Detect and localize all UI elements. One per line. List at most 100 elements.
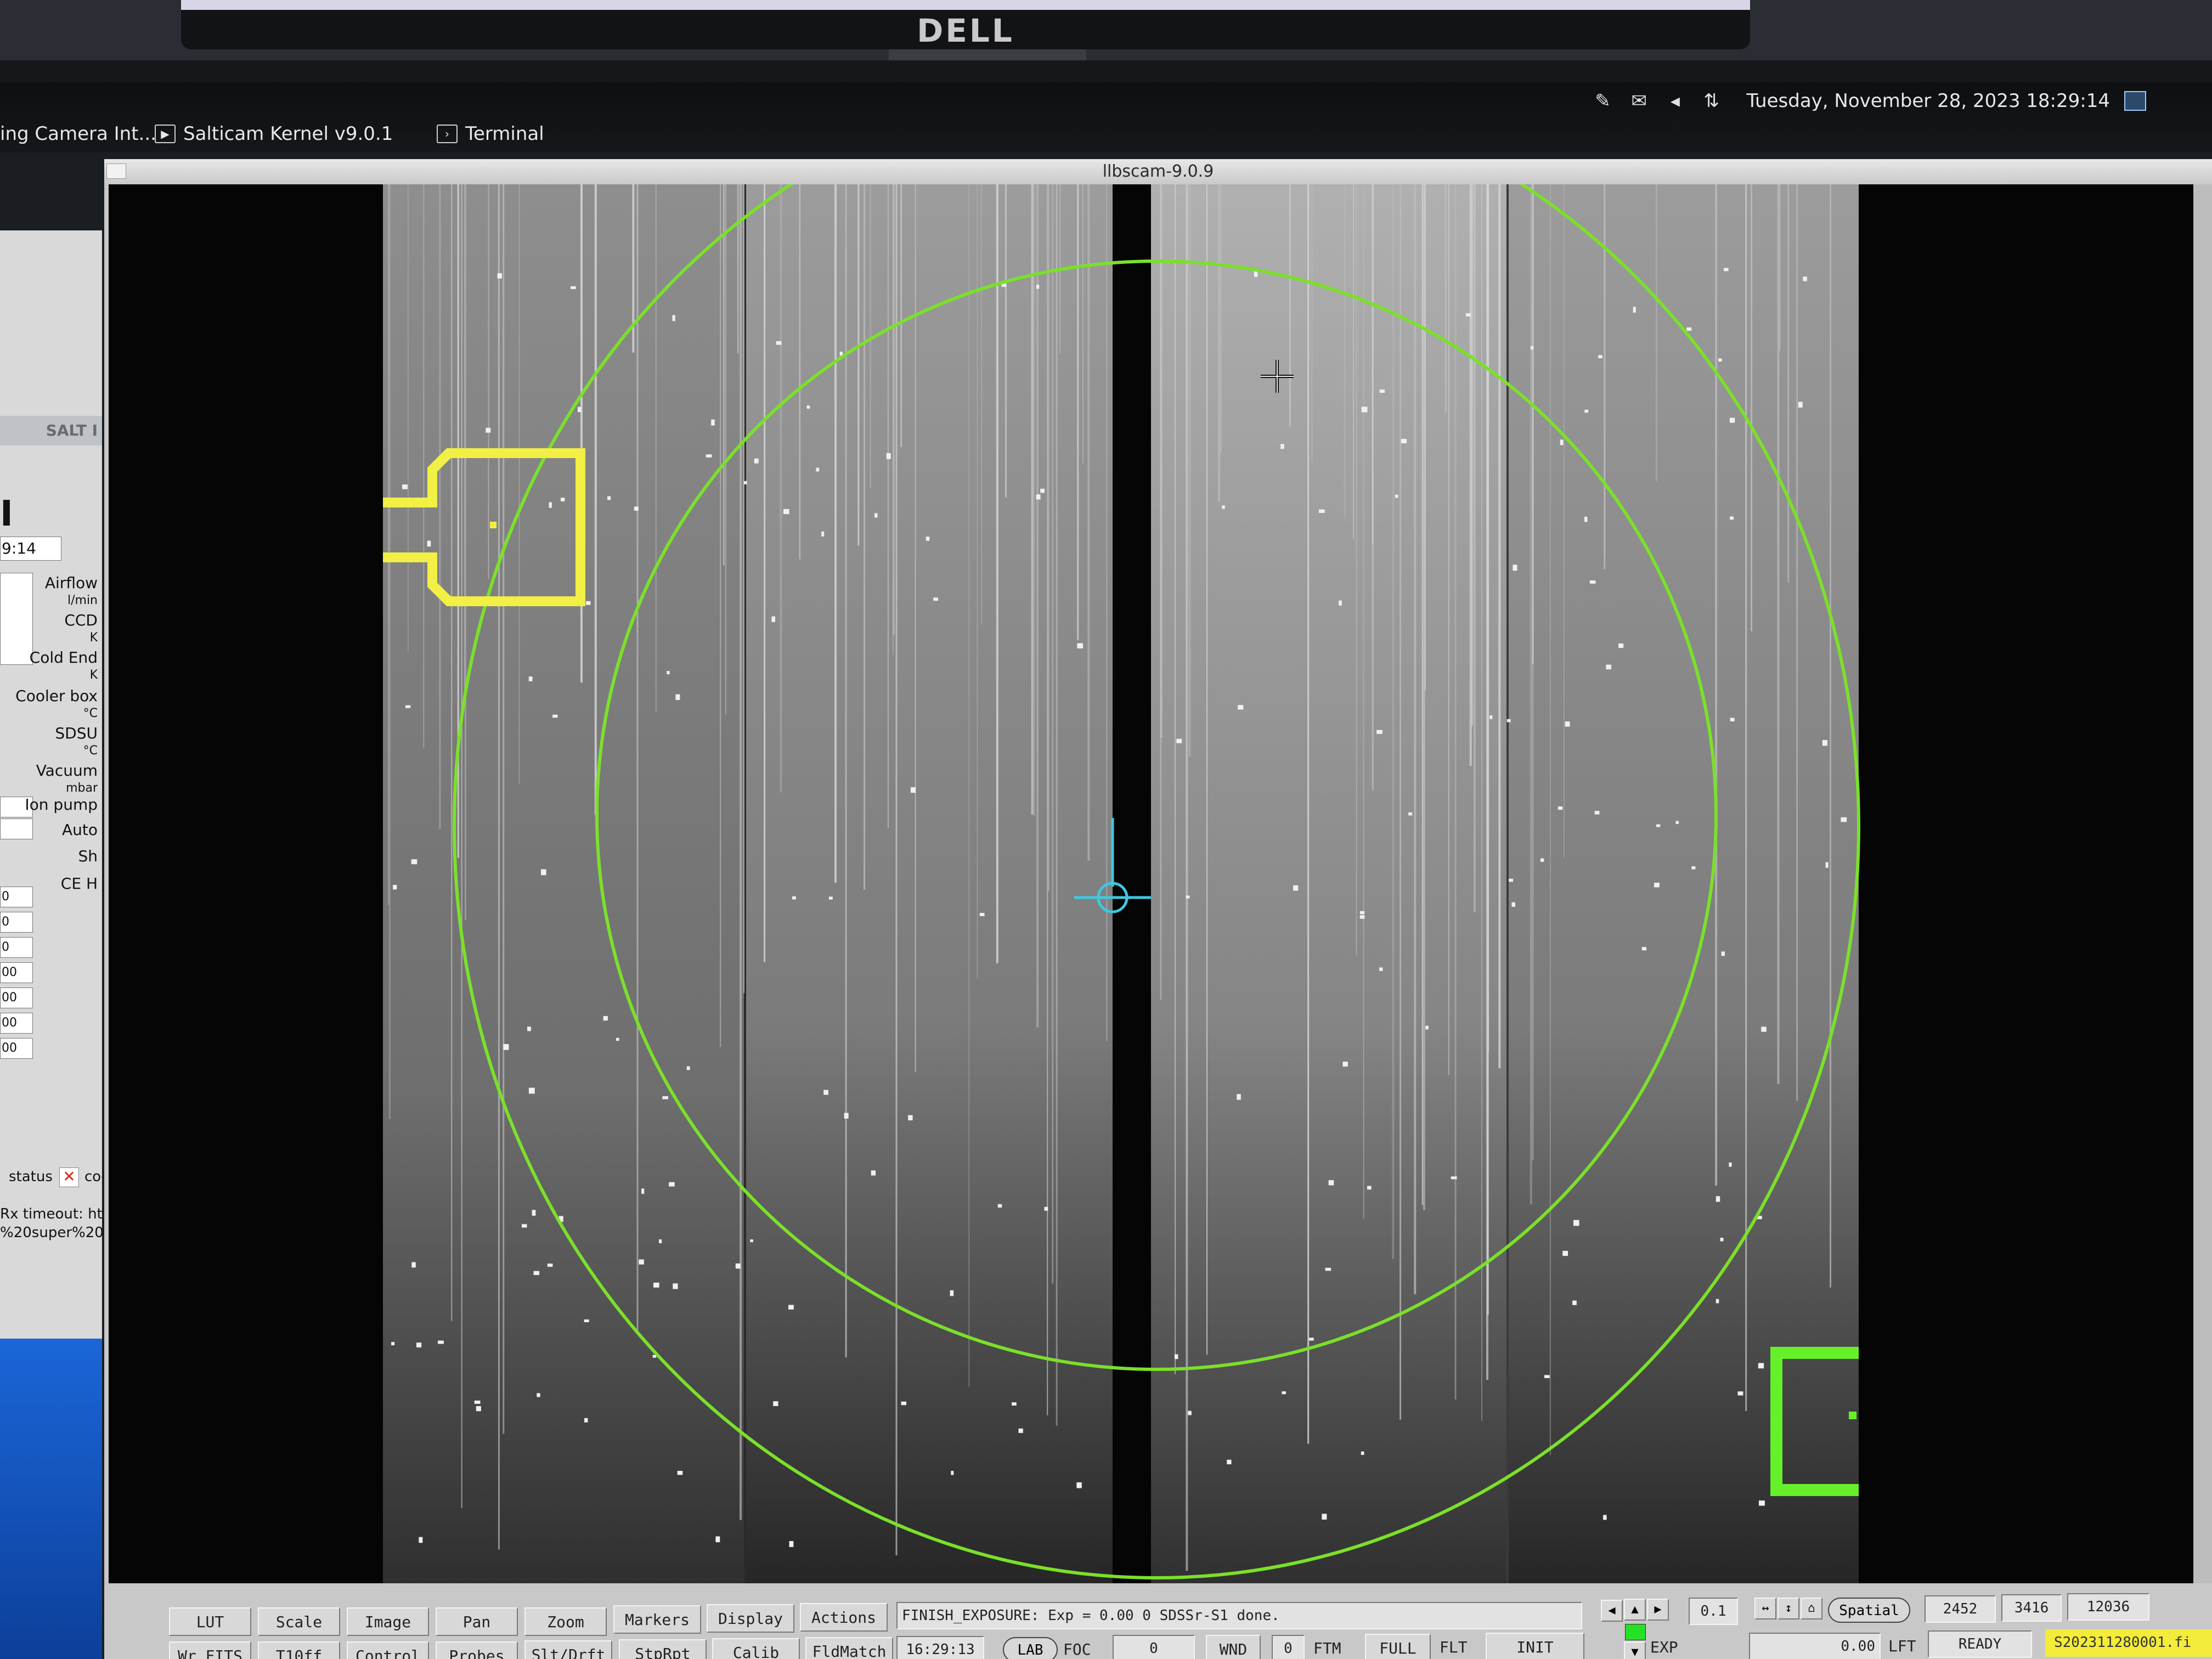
control-button[interactable]: Control — [347, 1641, 429, 1659]
hot-pixel — [1730, 516, 1734, 520]
notes-icon[interactable]: ✎ — [1592, 92, 1613, 110]
ccd-unit: K — [89, 631, 98, 645]
hot-pixel — [1036, 494, 1041, 500]
markers-button[interactable]: Markers — [613, 1605, 701, 1634]
task-label: ing Camera Int... — [0, 123, 156, 145]
wnd-value-field[interactable]: 0 — [1272, 1635, 1305, 1659]
hot-pixel — [1737, 1391, 1743, 1396]
hot-pixel — [1318, 509, 1325, 514]
hot-pixel — [1691, 866, 1696, 870]
system-tray: ✎ ✉ ◂ ⇅ Tuesday, November 28, 2023 18:29… — [1592, 90, 2146, 112]
hot-pixel — [1565, 721, 1570, 727]
hot-pixel — [1293, 885, 1299, 891]
hot-pixel — [1730, 718, 1735, 721]
image-canvas[interactable] — [109, 82, 2193, 1583]
hot-pixel — [533, 1271, 540, 1276]
volume-icon[interactable]: ◂ — [1664, 92, 1686, 110]
clock[interactable]: Tuesday, November 28, 2023 18:29:14 — [1746, 90, 2110, 112]
hot-pixel — [540, 869, 546, 876]
zoom-button[interactable]: Zoom — [524, 1607, 607, 1636]
t10ff-toggle[interactable]: T10ff — [258, 1641, 340, 1659]
hot-pixel — [823, 1090, 828, 1095]
fit-height-icon[interactable]: ↕ — [1778, 1598, 1799, 1620]
full-button[interactable]: FULL — [1365, 1634, 1431, 1659]
hot-pixel — [1558, 806, 1563, 810]
task-camera-interface[interactable]: ing Camera Int... — [0, 123, 156, 145]
spatial-mode-toggle[interactable]: Spatial — [1828, 1598, 1910, 1623]
display-button[interactable]: Display — [707, 1604, 794, 1633]
cursor-x-coord: 2452 — [1925, 1595, 1996, 1623]
auto-label: Auto — [61, 821, 98, 839]
vacuum-field — [0, 819, 33, 839]
slit-drift-button[interactable]: Slt/Drft — [524, 1640, 612, 1659]
hot-pixel — [659, 1239, 662, 1244]
hot-pixel — [528, 1087, 535, 1094]
fit-width-icon[interactable]: ↔ — [1754, 1598, 1776, 1620]
nav-right-icon[interactable]: ▶ — [1647, 1599, 1669, 1621]
lab-indicator[interactable]: LAB — [1003, 1637, 1058, 1659]
file-name-display: S202311280001.fi — [2045, 1629, 2212, 1657]
pan-button[interactable]: Pan — [436, 1607, 518, 1636]
lut-button[interactable]: LUT — [169, 1607, 251, 1636]
nav-left-icon[interactable]: ◀ — [1601, 1600, 1623, 1622]
hot-pixel — [641, 1188, 645, 1194]
foc-value-field[interactable]: 0 — [1113, 1635, 1195, 1659]
exp-label: EXP — [1650, 1638, 1678, 1656]
hot-pixel — [1376, 730, 1383, 734]
hot-pixel — [1238, 705, 1244, 710]
wnd-button[interactable]: WND — [1206, 1635, 1261, 1659]
hot-pixel — [1018, 1428, 1023, 1433]
task-terminal[interactable]: › Terminal — [437, 123, 544, 145]
network-icon[interactable]: ⇅ — [1700, 92, 1722, 110]
ds9-frame: LUT Scale Image Pan Zoom Markers Display… — [109, 82, 2212, 1659]
value-field: 00 — [0, 962, 33, 983]
stop-repeat-button[interactable]: StpRpt — [619, 1639, 707, 1659]
hot-pixel — [1367, 1186, 1372, 1190]
field-match-button[interactable]: FldMatch — [805, 1637, 893, 1659]
window-title: llbscam-9.0.9 — [1102, 162, 1214, 181]
hot-pixel — [750, 1239, 753, 1243]
time-field: 9:14 — [0, 537, 61, 561]
workspace-switcher-icon[interactable] — [2124, 91, 2146, 111]
hot-pixel — [773, 1401, 778, 1406]
hot-pixel — [1379, 389, 1385, 393]
scale-button[interactable]: Scale — [258, 1607, 340, 1636]
ccd-amplifier-right — [1508, 184, 1859, 1583]
write-fits-button[interactable]: Wr FITS — [169, 1641, 251, 1659]
calib-button[interactable]: Calib — [712, 1638, 800, 1659]
probes-button[interactable]: Probes — [436, 1641, 518, 1659]
lft-label: LFT — [1888, 1637, 1916, 1655]
ds9-titlebar[interactable]: llbscam-9.0.9 — [104, 159, 2212, 184]
actions-button[interactable]: Actions — [800, 1603, 888, 1632]
hot-pixel — [735, 1263, 741, 1269]
hot-pixel — [1633, 307, 1636, 313]
hot-pixel — [677, 1471, 683, 1475]
hot-pixel — [1584, 516, 1588, 522]
hot-pixel — [1309, 1338, 1314, 1341]
salt-instrument-window: SALT I I 9:14 0 0 0 00 00 00 00 Airflow … — [0, 230, 102, 1339]
ftm-label: FTM — [1313, 1639, 1341, 1657]
step-value-field[interactable]: 0.1 — [1689, 1598, 1738, 1625]
value-field: 0 — [0, 887, 33, 907]
value-field: 00 — [0, 1038, 33, 1059]
nav-up-icon[interactable]: ▲ — [1624, 1599, 1646, 1621]
init-button[interactable]: INIT — [1486, 1633, 1584, 1659]
hot-pixel — [427, 540, 431, 547]
ccd-amplifier-mid-right — [1151, 184, 1508, 1583]
hot-pixel — [806, 405, 810, 409]
hot-pixel — [816, 467, 820, 472]
hot-pixel — [532, 1210, 536, 1216]
status-error-icon: ✕ — [59, 1167, 79, 1187]
image-button[interactable]: Image — [347, 1607, 429, 1636]
cooler-box-label: Cooler box — [15, 687, 98, 705]
home-icon[interactable]: ⌂ — [1801, 1598, 1822, 1620]
exposure-value-field[interactable]: 0.00 — [1749, 1633, 1881, 1659]
hot-pixel — [1720, 1238, 1724, 1242]
image-display[interactable] — [109, 82, 2193, 1583]
nav-down-icon[interactable]: ▼ — [1624, 1641, 1646, 1659]
task-salticam-kernel[interactable]: ▶ Salticam Kernel v9.0.1 — [155, 123, 393, 145]
window-menu-icon[interactable] — [106, 163, 126, 179]
ccd-amplifier-left — [383, 184, 745, 1583]
mail-icon[interactable]: ✉ — [1628, 92, 1650, 110]
ds9-control-panel: LUT Scale Image Pan Zoom Markers Display… — [109, 1583, 2212, 1659]
